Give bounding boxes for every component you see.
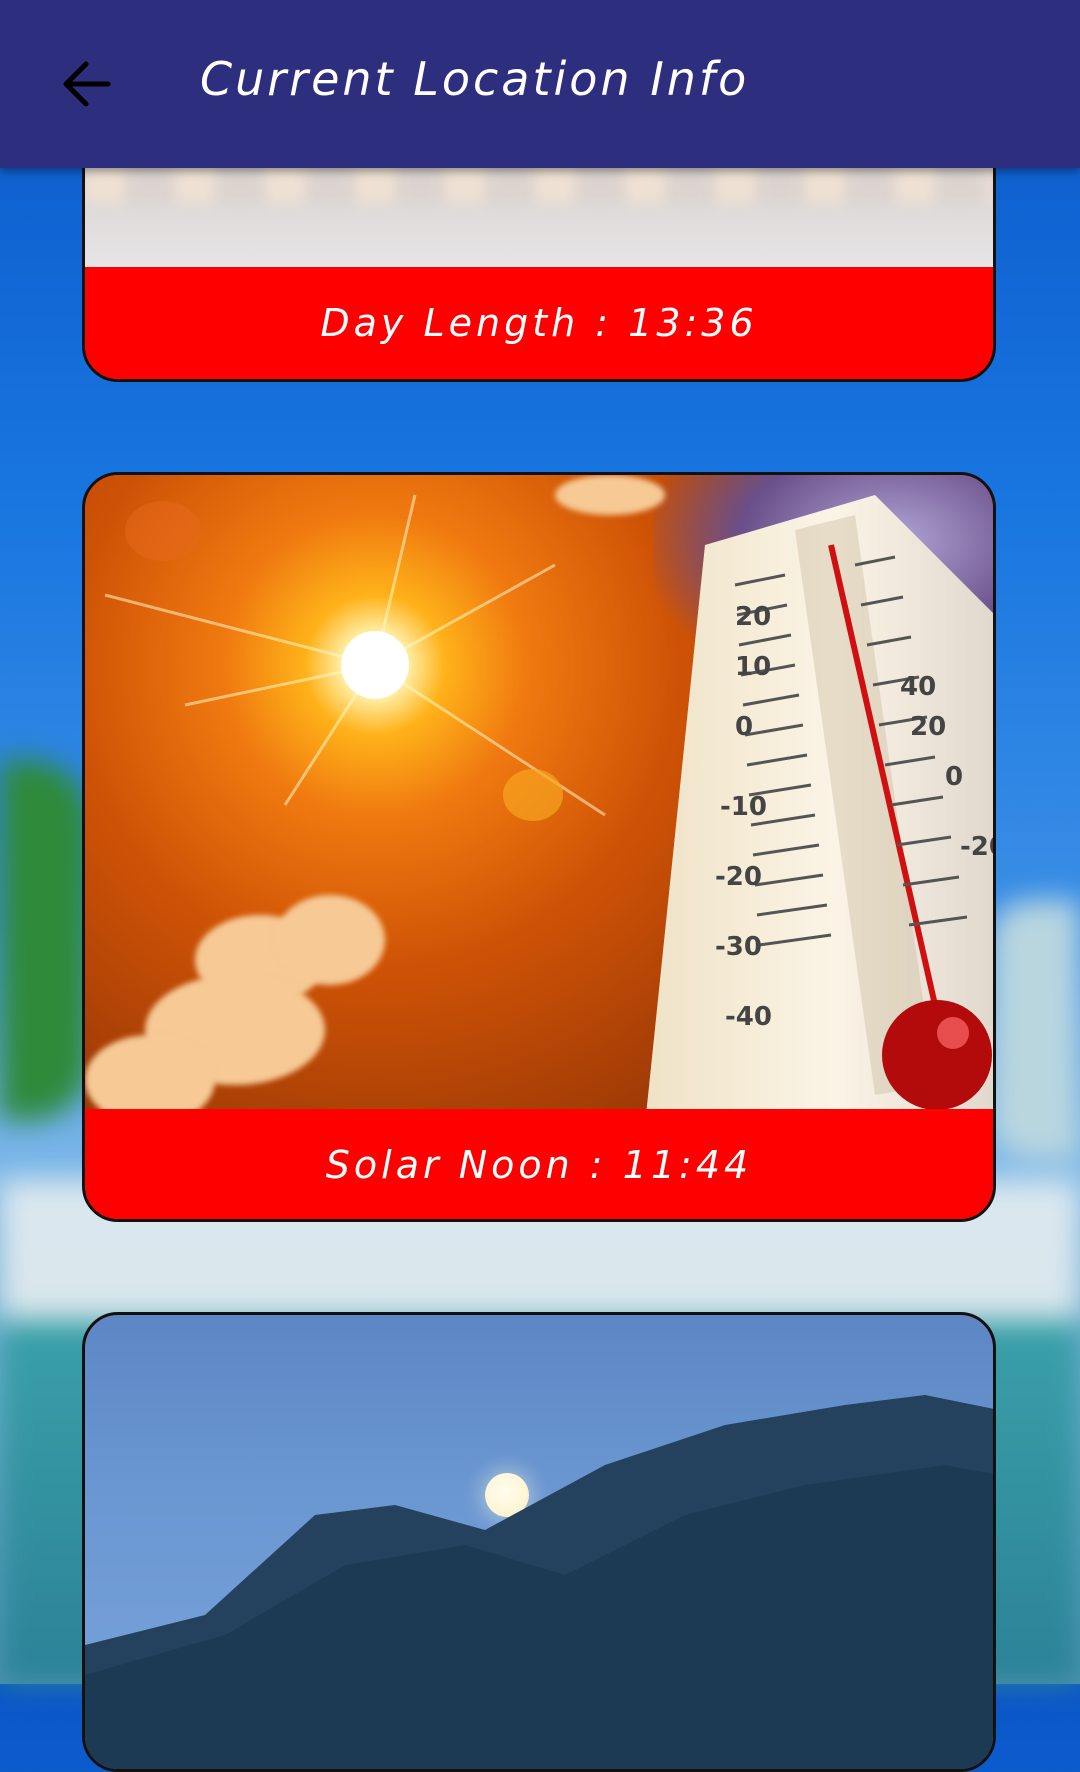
thermometer-label: -30 [715, 932, 762, 962]
cloud [275, 895, 385, 985]
thermometer-label: -20 [715, 862, 762, 892]
thermometer-label: 20 [735, 602, 771, 632]
thermometer-label: -40 [725, 1002, 772, 1032]
thermometer-icon: -10 -20 -30 -40 0 10 20 40 20 0 -20 [646, 495, 993, 1109]
thermometer-label: 20 [910, 712, 946, 742]
background-foliage [0, 760, 90, 1120]
solar-noon-card[interactable]: -10 -20 -30 -40 0 10 20 40 20 0 -20 Sola… [82, 472, 996, 1222]
page-title: Current Location Info [200, 52, 750, 106]
thermometer-label: -20 [960, 832, 993, 862]
sun-thermometer-image: -10 -20 -30 -40 0 10 20 40 20 0 -20 [85, 475, 993, 1109]
hills-icon [85, 1395, 993, 1769]
arrow-left-icon [63, 61, 111, 107]
background-highlight [990, 900, 1080, 1160]
cloud-strip [85, 163, 993, 203]
thermometer-label: -10 [720, 792, 767, 822]
day-length-caption: Day Length : 13:36 [85, 267, 993, 379]
thermometer-label: 10 [735, 652, 771, 682]
solar-noon-caption: Solar Noon : 11:44 [85, 1109, 993, 1219]
app-bar: Current Location Info [0, 0, 1080, 168]
thermometer-label: 40 [900, 672, 936, 702]
moon-over-hills-image [85, 1315, 993, 1769]
moonrise-card[interactable] [82, 1312, 996, 1772]
thermometer-label: 0 [945, 762, 963, 792]
back-button[interactable] [48, 46, 124, 122]
thermometer-label: 0 [735, 712, 753, 742]
